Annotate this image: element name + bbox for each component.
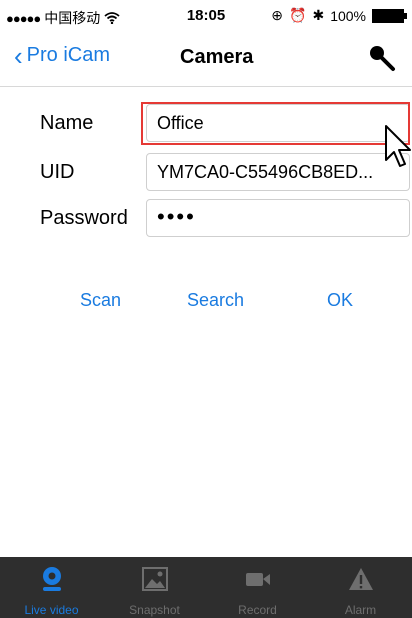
status-icons: ⊕ ⏰ ✱ 100% xyxy=(271,7,407,24)
scan-button[interactable]: Scan xyxy=(80,290,121,311)
search-icon xyxy=(370,46,395,71)
tab-alarm[interactable]: Alarm xyxy=(309,557,412,618)
battery-icon xyxy=(372,8,407,23)
password-field[interactable]: •••• xyxy=(146,199,410,237)
video-camera-icon xyxy=(246,573,270,586)
tab-bar: Live video Snapshot Record Alarm xyxy=(0,557,412,618)
webcam-icon xyxy=(43,567,61,591)
warning-icon xyxy=(349,568,373,590)
navigation-bar: ‹ Pro iCam Camera xyxy=(0,30,412,87)
name-label: Name xyxy=(40,112,94,134)
back-label: Pro iCam xyxy=(26,44,111,66)
battery-percent: 100% xyxy=(330,7,366,24)
search-action-button[interactable]: Search xyxy=(187,290,244,311)
tab-label: Snapshot xyxy=(129,603,180,617)
password-label: Password xyxy=(40,207,128,229)
search-button[interactable] xyxy=(362,38,402,78)
uid-field[interactable]: YM7CA0-C55496CB8ED... xyxy=(146,153,410,191)
uid-label: UID xyxy=(40,161,75,183)
bluetooth-icon: ✱ xyxy=(312,7,325,23)
highlight-box xyxy=(141,102,410,145)
status-bar: ●●●●● 中国移动 18:05 ⊕ ⏰ ✱ 100% xyxy=(0,0,412,30)
password-row: Password •••• xyxy=(0,199,412,239)
uid-row: UID YM7CA0-C55496CB8ED... xyxy=(0,153,412,193)
image-icon xyxy=(142,567,168,591)
orientation-lock-icon: ⊕ xyxy=(271,7,284,23)
alarm-icon: ⏰ xyxy=(289,7,307,23)
tab-live-video[interactable]: Live video xyxy=(0,557,103,618)
chevron-left-icon: ‹ xyxy=(14,40,23,71)
tab-snapshot[interactable]: Snapshot xyxy=(103,557,206,618)
ok-button[interactable]: OK xyxy=(327,290,353,311)
back-button[interactable]: ‹ Pro iCam xyxy=(14,40,111,71)
tab-record[interactable]: Record xyxy=(206,557,309,618)
tab-label: Alarm xyxy=(344,603,377,617)
mouse-cursor-icon xyxy=(385,125,411,167)
tab-label: Record xyxy=(238,603,277,617)
page-title: Camera xyxy=(180,46,254,68)
tab-label: Live video xyxy=(24,603,79,617)
